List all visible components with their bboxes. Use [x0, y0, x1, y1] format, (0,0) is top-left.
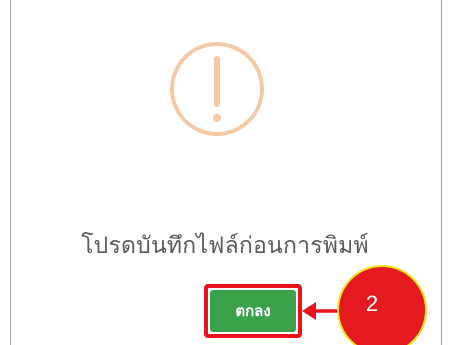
- callout-arrow-icon: [302, 302, 342, 320]
- step-number: 2: [365, 291, 379, 316]
- screenshot-stage: โปรดบันทึกไฟล์ก่อนการพิมพ์ ตกลง 2: [0, 0, 450, 345]
- dialog-message: โปรดบันทึกไฟล์ก่อนการพิมพ์: [81, 233, 369, 259]
- exclamation-circle-icon: [170, 42, 264, 136]
- ok-button[interactable]: ตกลง: [210, 290, 296, 332]
